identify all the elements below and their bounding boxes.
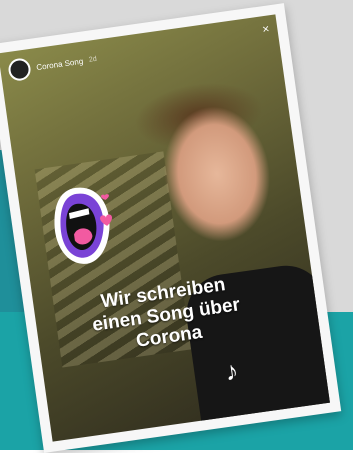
close-icon[interactable]: × <box>261 21 270 36</box>
story-header: Corona Song 2d <box>7 48 98 82</box>
post-time: 2d <box>88 55 98 64</box>
singing-mouth-sticker <box>54 187 112 264</box>
account-name[interactable]: Corona Song <box>36 56 84 71</box>
story-card[interactable]: Corona Song 2d × Wir schreiben einen Son… <box>0 3 342 453</box>
story-photo: Corona Song 2d × Wir schreiben einen Son… <box>0 14 330 442</box>
music-note-icon[interactable]: ♪ <box>212 352 250 390</box>
avatar[interactable] <box>7 57 32 82</box>
